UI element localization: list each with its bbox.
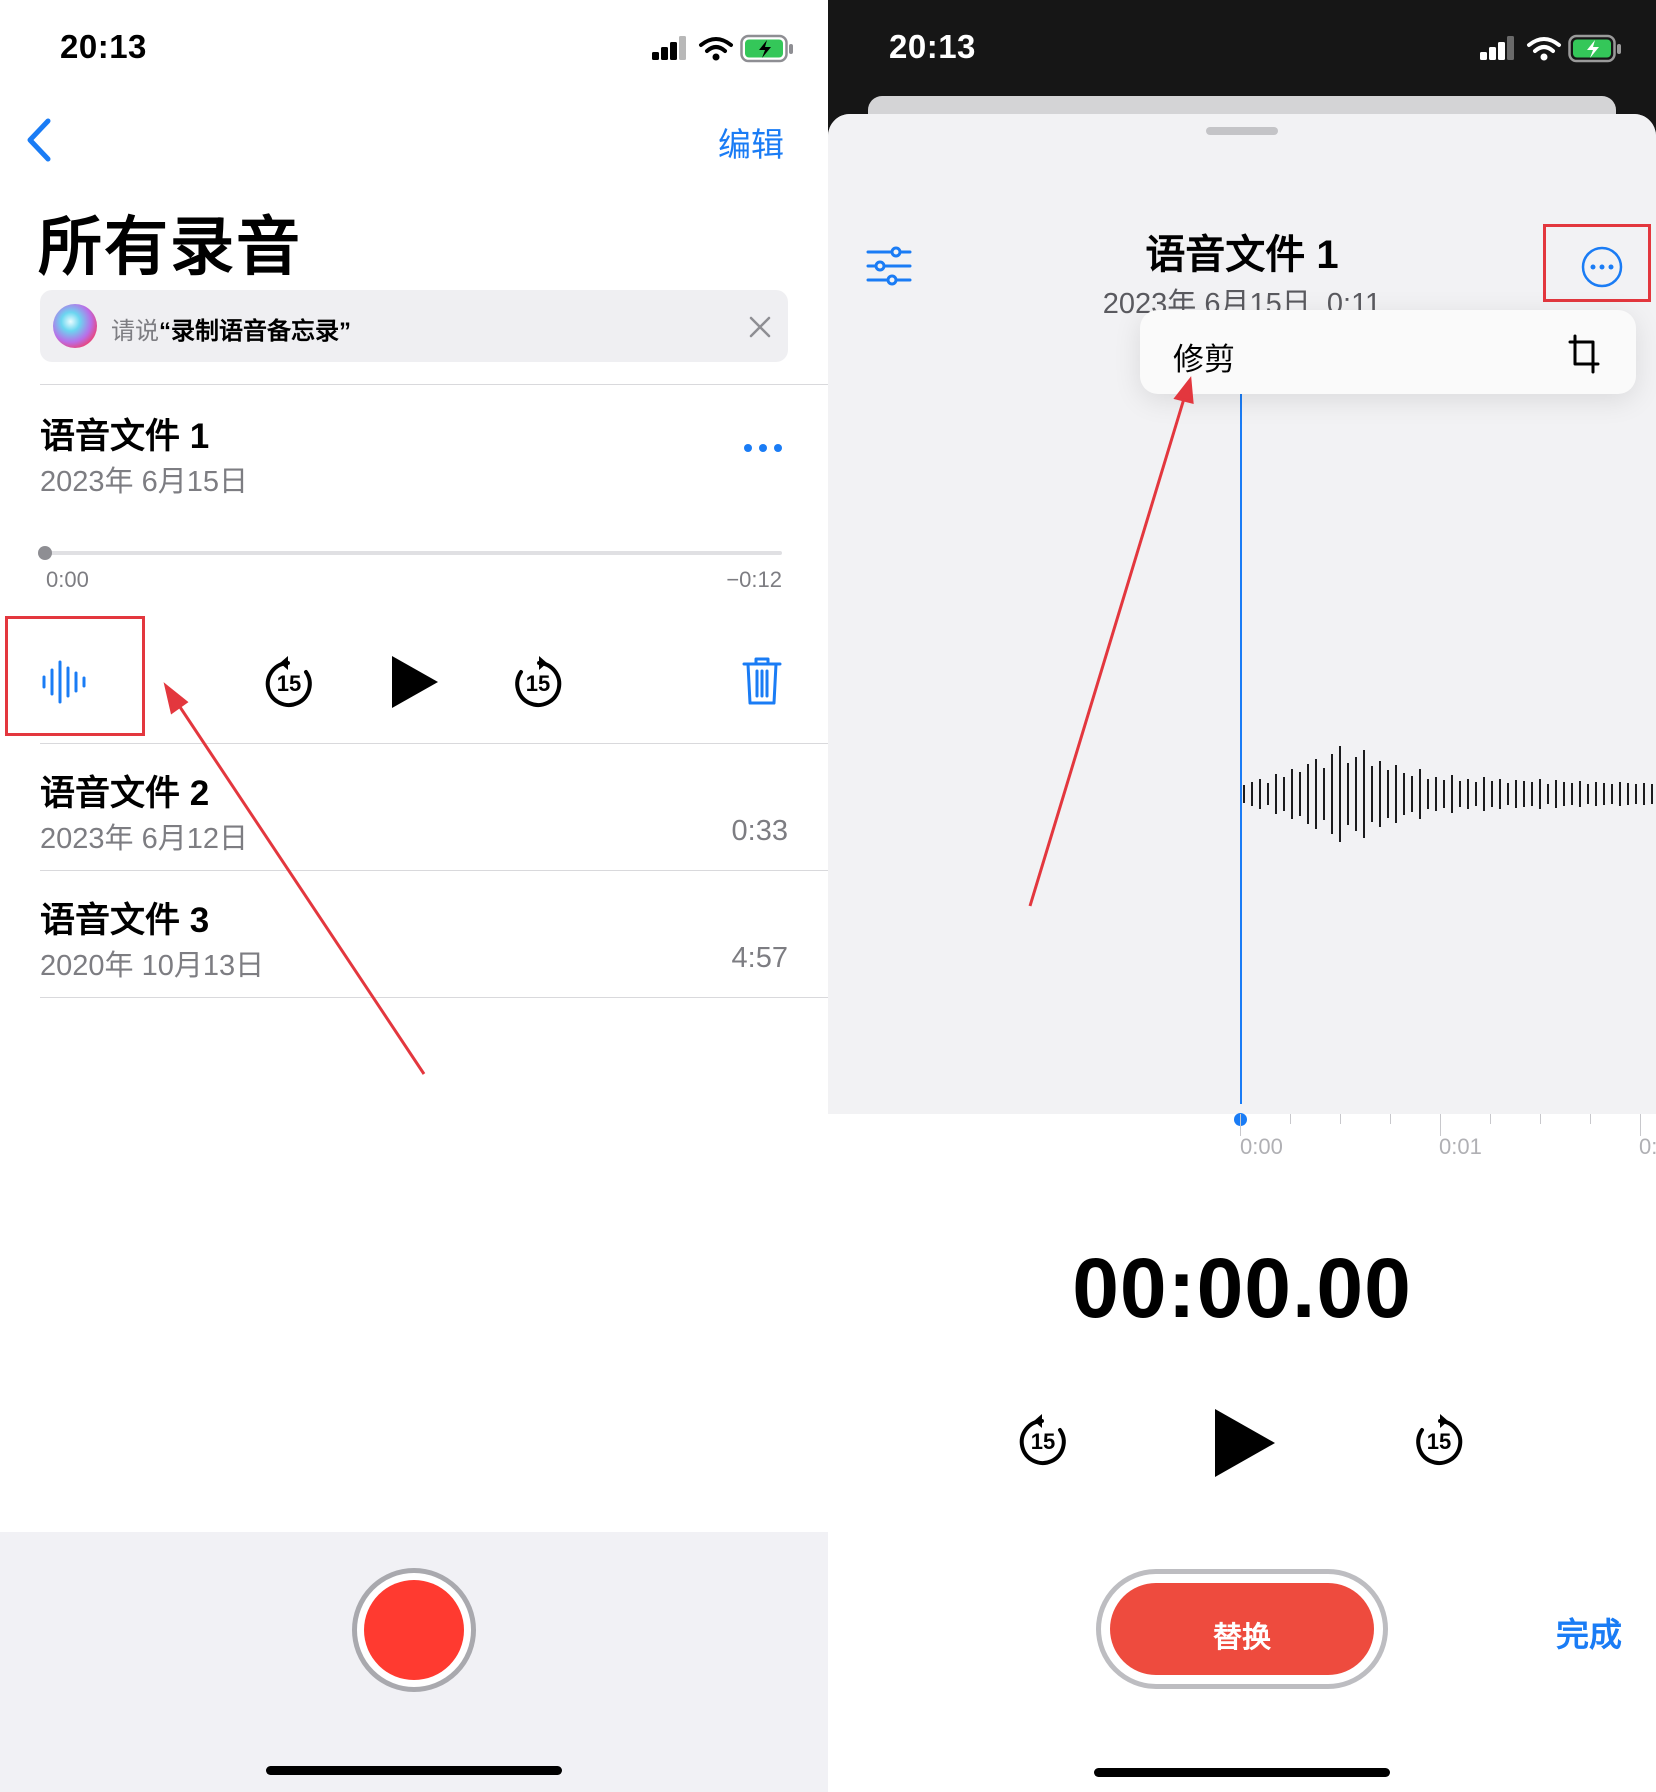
recording-date: 2023年 6月15日 bbox=[40, 466, 248, 498]
skip-back-15-button[interactable]: 15 bbox=[1016, 1414, 1070, 1468]
major-tick bbox=[1640, 1114, 1641, 1136]
tick-label: 0: bbox=[1639, 1134, 1656, 1159]
minor-tick bbox=[1590, 1114, 1591, 1124]
wifi-icon bbox=[1527, 37, 1561, 61]
minor-tick bbox=[1540, 1114, 1541, 1124]
recording-duration: 4:57 bbox=[731, 942, 788, 974]
replace-label: 替换 bbox=[1212, 1622, 1271, 1654]
major-tick bbox=[1240, 1114, 1241, 1136]
recording-title: 语音文件 2 bbox=[40, 774, 210, 813]
record-toolbar bbox=[0, 1532, 828, 1792]
close-icon[interactable] bbox=[749, 316, 771, 338]
minor-tick bbox=[1340, 1114, 1341, 1124]
play-icon[interactable] bbox=[390, 654, 440, 710]
tick-label: 0:00 bbox=[1240, 1134, 1283, 1159]
settings-sliders-icon[interactable] bbox=[866, 246, 912, 286]
tick-label: 0:01 bbox=[1439, 1134, 1482, 1159]
play-icon[interactable] bbox=[1212, 1406, 1278, 1480]
recording-sheet: 语音文件 1 2023年 6月15日 0:11 修剪 0:00 0:01 0: … bbox=[828, 114, 1656, 1792]
skip-forward-label: 15 bbox=[1426, 1429, 1452, 1454]
playback-scrubber[interactable] bbox=[44, 551, 782, 555]
battery-charging-icon bbox=[740, 34, 793, 63]
remaining-time: −0:12 bbox=[726, 567, 782, 592]
wifi-icon bbox=[699, 37, 733, 61]
record-button[interactable] bbox=[352, 1568, 476, 1692]
skip-forward-15-button[interactable]: 15 bbox=[1412, 1414, 1466, 1468]
major-tick bbox=[1440, 1114, 1441, 1136]
divider bbox=[40, 384, 828, 385]
playback-timer: 00:00.00 bbox=[1072, 1241, 1412, 1335]
crop-icon bbox=[1568, 334, 1600, 374]
recording-duration: 0:33 bbox=[731, 815, 788, 847]
status-time: 20:13 bbox=[889, 28, 976, 65]
siri-prefix: 请说 bbox=[111, 318, 159, 345]
recordings-list-screen: 20:13 编辑 所有录音 请说“录制语音备忘录” 语音文件 1 2023年 6 bbox=[0, 0, 828, 1792]
minor-tick bbox=[1390, 1114, 1391, 1124]
trash-icon[interactable] bbox=[742, 656, 782, 706]
battery-charging-icon bbox=[1568, 34, 1621, 63]
skip-back-label: 15 bbox=[1030, 1429, 1056, 1454]
menu-item-trim[interactable]: 修剪 bbox=[1140, 310, 1636, 394]
menu-item-label: 修剪 bbox=[1173, 342, 1235, 377]
done-button[interactable]: 完成 bbox=[1556, 1608, 1622, 1656]
audio-waveform[interactable] bbox=[1240, 694, 1656, 894]
back-chevron-icon[interactable] bbox=[24, 117, 54, 163]
siri-phrase: “录制语音备忘录” bbox=[159, 318, 351, 345]
timeline-ruler: 0:00 0:01 0: bbox=[828, 1114, 1656, 1174]
home-indicator bbox=[266, 1766, 562, 1775]
divider bbox=[40, 870, 828, 871]
more-options-menu: 修剪 bbox=[1140, 310, 1636, 394]
minor-tick bbox=[1490, 1114, 1491, 1124]
record-icon bbox=[364, 1580, 464, 1680]
divider bbox=[40, 997, 828, 998]
scrubber-thumb[interactable] bbox=[38, 546, 52, 560]
page-title: 所有录音 bbox=[38, 211, 302, 283]
siri-icon bbox=[53, 304, 97, 348]
recording-title: 语音文件 1 bbox=[40, 417, 210, 456]
cellular-signal-icon bbox=[1480, 36, 1514, 60]
replace-button[interactable]: 替换 bbox=[1096, 1569, 1388, 1689]
recording-title: 语音文件 3 bbox=[40, 901, 210, 940]
skip-back-15-button[interactable]: 15 bbox=[262, 656, 316, 710]
elapsed-time: 0:00 bbox=[46, 567, 89, 592]
recording-date: 2020年 10月13日 bbox=[40, 950, 265, 982]
recording-title: 语音文件 1 bbox=[1145, 233, 1339, 277]
skip-forward-label: 15 bbox=[525, 671, 551, 696]
edit-button[interactable]: 编辑 bbox=[718, 118, 784, 166]
home-indicator bbox=[1094, 1768, 1390, 1777]
minor-tick bbox=[1290, 1114, 1291, 1124]
annotation-highlight-box bbox=[1543, 224, 1651, 302]
sheet-grabber[interactable] bbox=[1206, 127, 1278, 135]
more-options-icon[interactable] bbox=[744, 444, 788, 454]
cellular-signal-icon bbox=[652, 36, 686, 60]
skip-forward-15-button[interactable]: 15 bbox=[511, 656, 565, 710]
status-time: 20:13 bbox=[60, 28, 147, 65]
skip-back-label: 15 bbox=[276, 671, 302, 696]
recording-date: 2023年 6月12日 bbox=[40, 823, 248, 855]
siri-suggestion-banner[interactable]: 请说“录制语音备忘录” bbox=[40, 290, 788, 362]
divider bbox=[40, 743, 828, 744]
annotation-highlight-box bbox=[5, 616, 145, 736]
recording-detail-screen: 20:13 语音文件 1 2023年 6月15日 0:11 修剪 0:00 0:… bbox=[828, 0, 1656, 1792]
